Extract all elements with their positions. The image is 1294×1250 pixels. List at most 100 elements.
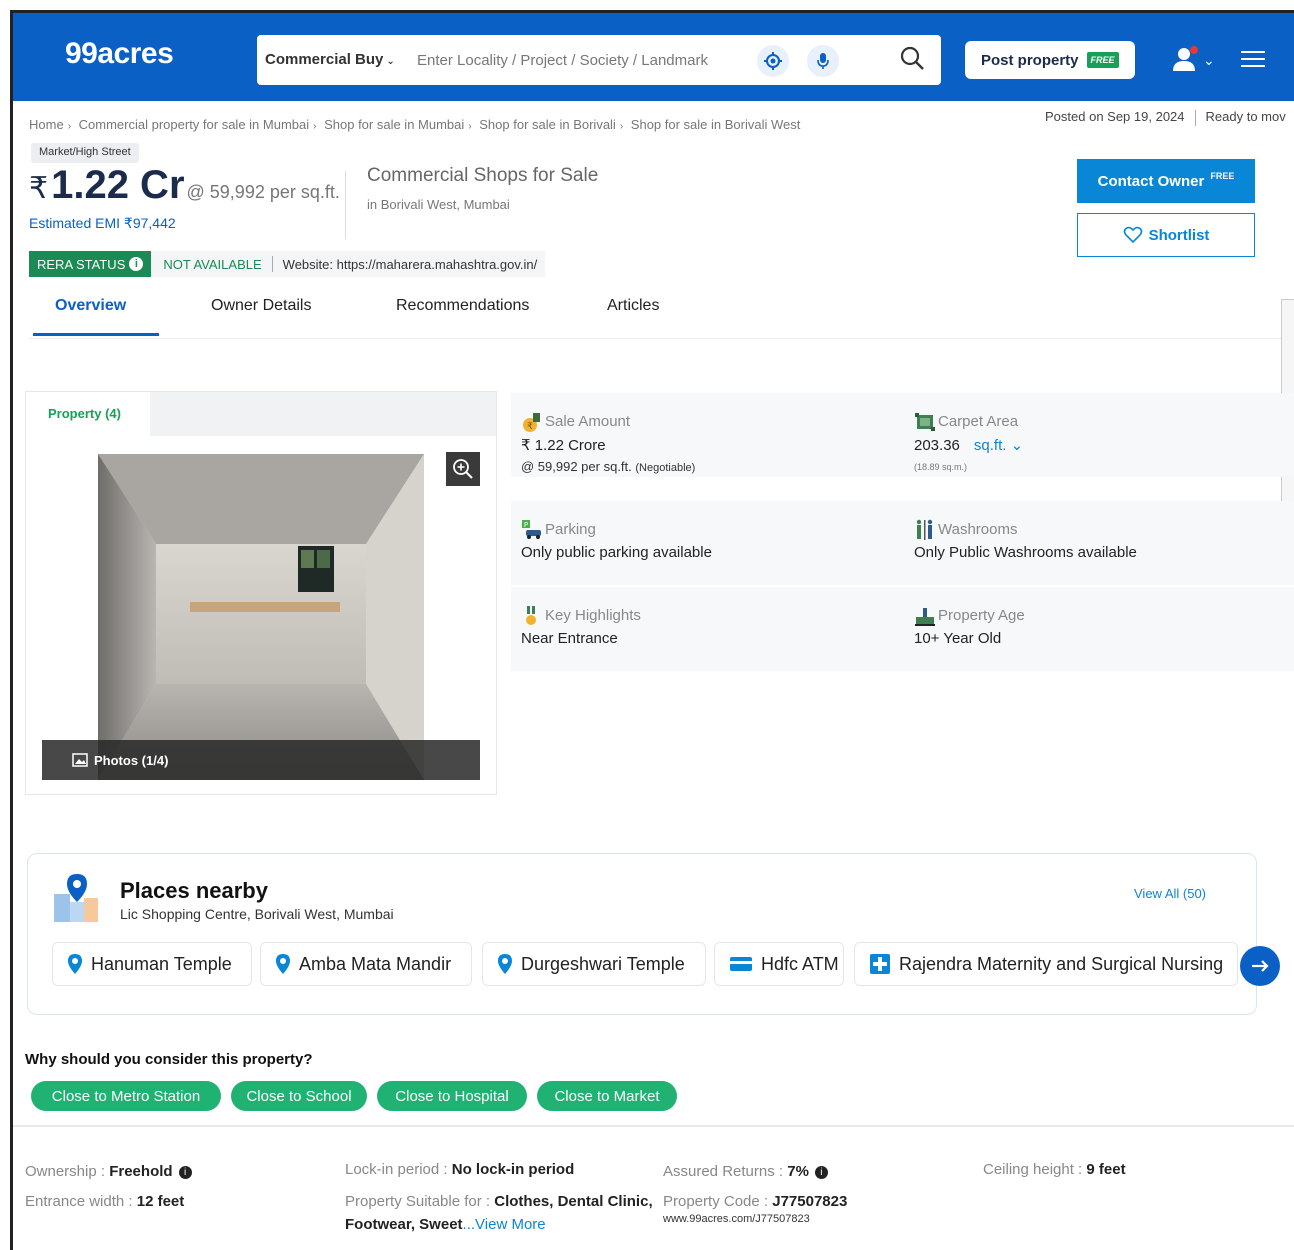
chevron-down-icon: ⌄ (1203, 51, 1215, 68)
detail-row: ₹ Sale Amount ₹ 1.22 Crore @ 59,992 per … (511, 393, 1294, 477)
detail-label: Carpet Area (938, 413, 1019, 430)
places-nearby-card: Places nearby Lic Shopping Centre, Boriv… (27, 853, 1280, 1015)
posted-date: Posted on Sep 19, 2024 (1045, 109, 1185, 124)
photos-count: Photos (1/4) (94, 752, 169, 768)
chevron-down-icon: ⌄ (1010, 437, 1024, 454)
fact-label: Ceiling height : (983, 1161, 1083, 1178)
tab-owner-details[interactable]: Owner Details (211, 297, 311, 315)
detail-property-age: Property Age 10+ Year Old (904, 587, 1294, 671)
chevron-down-icon: ⌄ (386, 56, 395, 67)
detail-label: Parking (545, 521, 596, 538)
contact-owner-label: Contact Owner (1097, 172, 1205, 190)
property-photo[interactable] (98, 454, 424, 780)
map-pin-icon (498, 954, 512, 974)
price-per-sqft: @ 59,992 per sq.ft. (186, 182, 340, 202)
search-input[interactable] (417, 43, 737, 77)
photos-count-bar[interactable]: Photos (1/4) (42, 740, 480, 780)
zoom-in-icon (453, 459, 473, 479)
rupee-symbol: ₹ (29, 172, 49, 205)
info-icon[interactable]: i (178, 1165, 192, 1179)
place-chip[interactable]: Hanuman Temple (52, 942, 252, 986)
tab-recommendations[interactable]: Recommendations (396, 297, 529, 315)
arrow-right-icon (1252, 960, 1269, 972)
free-badge: FREE (1210, 171, 1235, 181)
user-icon (1173, 46, 1198, 71)
zoom-button[interactable] (446, 452, 480, 486)
photo-gallery: Property (4) Photos (1/4) (25, 391, 497, 795)
search-icon (900, 46, 924, 70)
gallery-tab-property[interactable]: Property (4) (26, 392, 150, 436)
info-icon[interactable]: i (814, 1165, 828, 1179)
view-more-link[interactable]: ...View More (463, 1216, 546, 1233)
fact-label: Ownership : (25, 1163, 106, 1180)
divider (345, 171, 346, 239)
estimated-emi-link[interactable]: Estimated EMI ₹97,442 (29, 215, 176, 232)
voice-search-button[interactable] (807, 45, 839, 77)
money-bag-icon: ₹ (523, 413, 540, 432)
shortlist-button[interactable]: Shortlist (1077, 213, 1255, 257)
rera-status-label: RERA STATUS (37, 256, 126, 272)
search-button[interactable] (899, 45, 929, 75)
breadcrumb-item[interactable]: Shop for sale in Borivali (479, 117, 616, 132)
tab-overview[interactable]: Overview (55, 297, 126, 315)
property-details: ₹ Sale Amount ₹ 1.22 Crore @ 59,992 per … (511, 393, 1294, 671)
property-type: Commercial Shops for Sale (367, 165, 599, 186)
user-menu-button[interactable]: ⌄ (1171, 43, 1217, 77)
detail-value: Only public parking available (521, 544, 712, 561)
rera-row: RERA STATUS i NOT AVAILABLE Website: http… (29, 251, 546, 277)
place-chip[interactable]: Durgeshwari Temple (482, 942, 706, 986)
hamburger-menu-button[interactable] (1241, 51, 1265, 69)
post-property-button[interactable]: Post property FREE (965, 41, 1135, 79)
site-logo[interactable]: 99acres (65, 37, 174, 71)
carpet-area-value: 203.36 (914, 437, 960, 454)
search-type-dropdown[interactable]: Commercial Buy ⌄ (265, 51, 395, 68)
heart-icon (1123, 226, 1142, 244)
fact-value: No lock-in period (451, 1161, 575, 1178)
fact-ownership: Ownership : Freehold i (25, 1163, 192, 1180)
next-places-button[interactable] (1240, 946, 1280, 986)
places-nearby-icon (54, 874, 98, 922)
posted-info: Posted on Sep 19, 2024 Ready to mov (1045, 109, 1286, 126)
place-chip[interactable]: Rajendra Maternity and Surgical Nursing (854, 942, 1238, 986)
post-property-label: Post property (981, 51, 1079, 69)
place-chip[interactable]: Hdfc ATM (714, 942, 844, 986)
divider (13, 1125, 1294, 1127)
contact-owner-button[interactable]: Contact Owner FREE (1077, 159, 1255, 203)
fact-value: Clothes, Dental Clinic, (494, 1193, 653, 1210)
unit-label: sq.ft. (973, 437, 1007, 454)
breadcrumb: Home › Commercial property for sale in Mu… (29, 117, 801, 132)
place-name: Amba Mata Mandir (299, 953, 452, 974)
detail-value: 10+ Year Old (914, 630, 1002, 647)
svg-text:P: P (524, 521, 528, 529)
room-image (98, 454, 424, 780)
price: ₹1.22 Cr @ 59,992 per sq.ft. (29, 163, 340, 208)
place-name: Hdfc ATM (761, 953, 839, 974)
breadcrumb-item[interactable]: Shop for sale in Borivali West (631, 117, 801, 132)
place-name: Rajendra Maternity and Surgical Nursing (899, 953, 1224, 974)
breadcrumb-item[interactable]: Home (29, 117, 64, 132)
rera-value: NOT AVAILABLE (163, 256, 262, 272)
map-pin-icon (276, 954, 290, 974)
view-all-link[interactable]: View All (50) (1134, 886, 1206, 901)
fact-value: Footwear, Sweet (345, 1216, 463, 1233)
why-consider-title: Why should you consider this property? (25, 1051, 313, 1068)
detail-value: ₹ 1.22 Crore (521, 437, 606, 454)
top-navbar: 99acres Commercial Buy⌄ Post property FR… (13, 13, 1294, 101)
breadcrumb-item[interactable]: Commercial property for sale in Mumbai (79, 117, 309, 132)
places-title: Places nearby (120, 878, 268, 903)
gallery-tabbar: Property (4) (26, 392, 496, 436)
fact-label: Property Code : (663, 1193, 769, 1210)
unit-selector[interactable]: sq.ft. ⌄ (974, 437, 1023, 454)
info-icon[interactable]: i (129, 257, 144, 271)
detail-row: Key Highlights Near Entrance Property Ag… (511, 587, 1294, 671)
tab-articles[interactable]: Articles (607, 297, 659, 315)
breadcrumb-item[interactable]: Shop for sale in Mumbai (324, 117, 464, 132)
search-type-label: Commercial Buy (265, 51, 384, 68)
place-chip[interactable]: Amba Mata Mandir (260, 942, 472, 986)
locate-me-button[interactable] (757, 45, 789, 77)
detail-sub: (18.89 sq.m.) (914, 462, 968, 472)
negotiable-note: (Negotiable) (635, 462, 696, 474)
fact-label: Entrance width : (25, 1193, 133, 1210)
reason-chip: Close to Market (537, 1081, 677, 1111)
property-url: www.99acres.com/J77507823 (663, 1213, 810, 1225)
